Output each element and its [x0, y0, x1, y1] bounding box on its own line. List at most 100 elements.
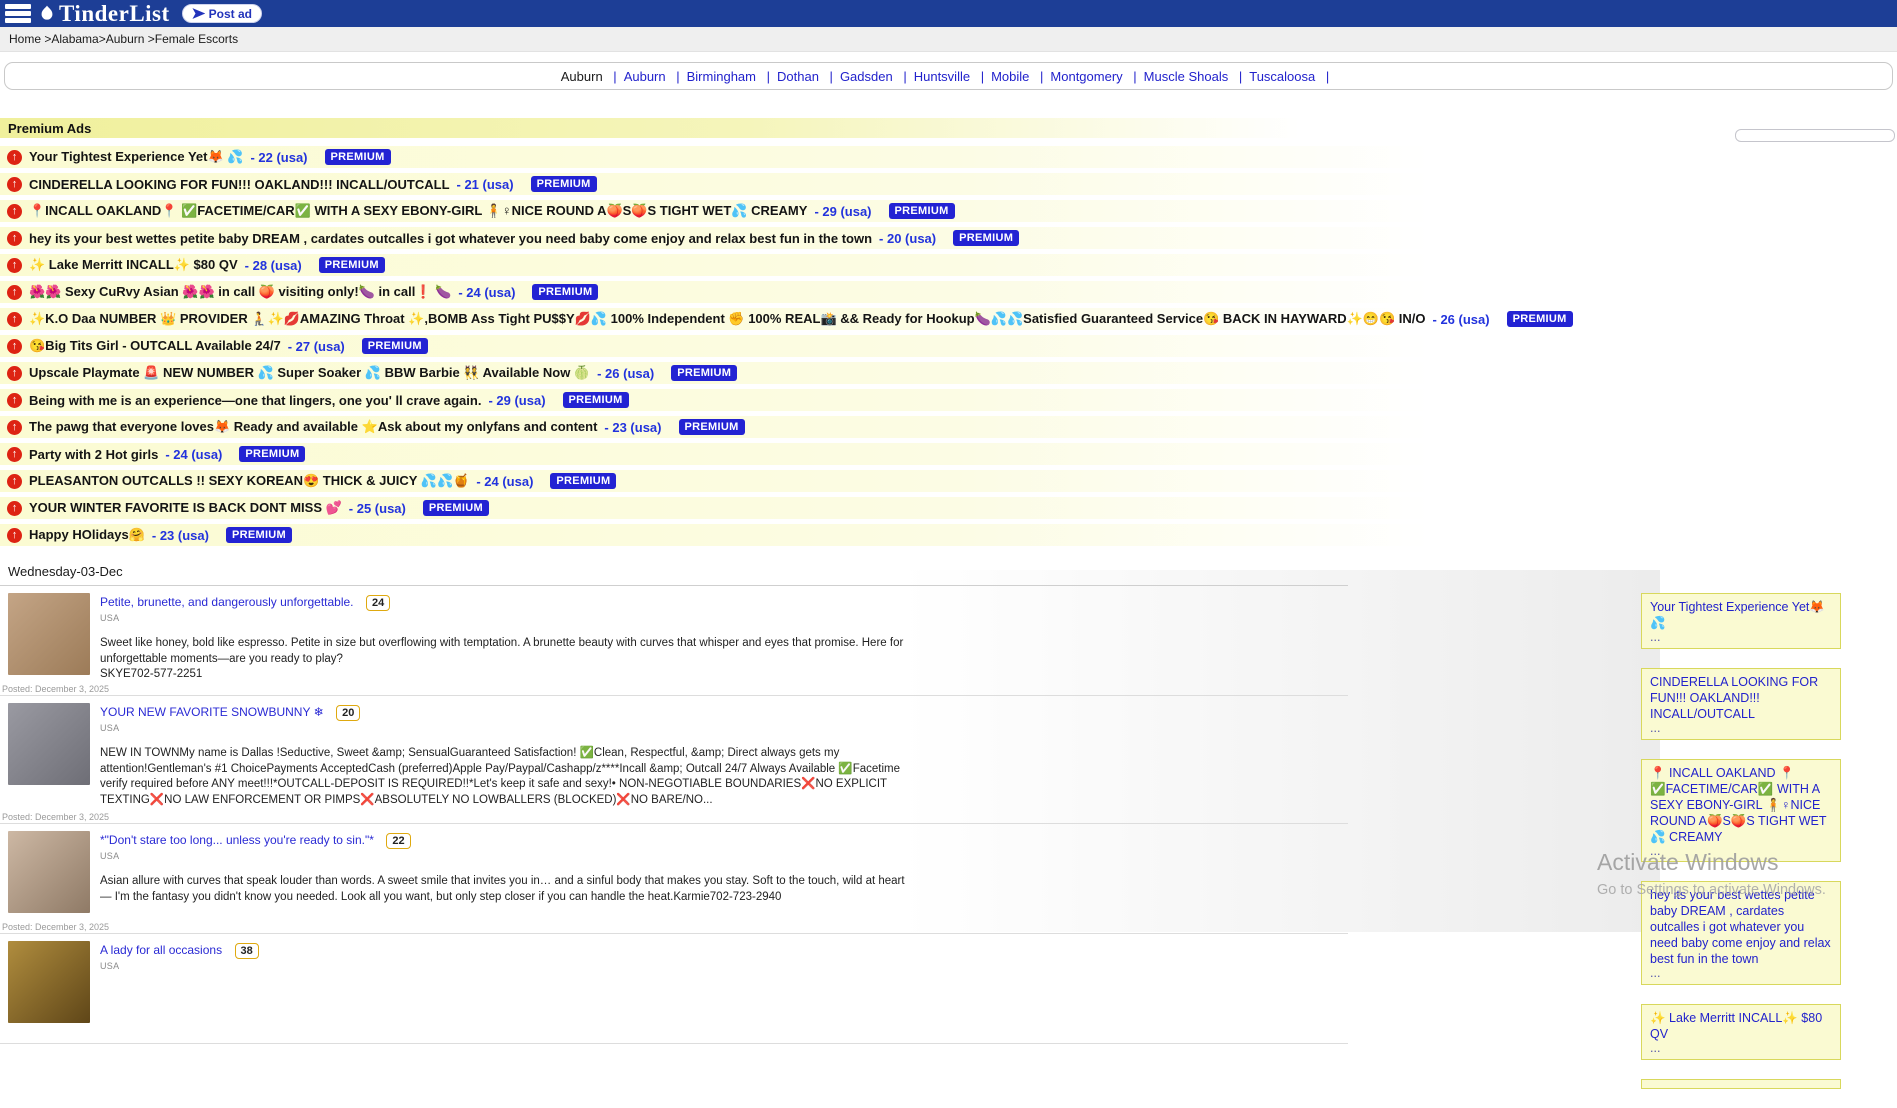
premium-ad-title[interactable]: Party with 2 Hot girls [29, 447, 158, 462]
listing-title-row: YOUR NEW FAVORITE SNOWBUNNY ❄ 20 [100, 703, 915, 721]
city-link[interactable]: Birmingham [687, 69, 756, 84]
premium-ad-title[interactable]: 📍INCALL OAKLAND📍 ✅FACETIME/CAR✅ WITH A S… [29, 203, 807, 219]
premium-ad-title[interactable]: CINDERELLA LOOKING FOR FUN!!! OAKLAND!!!… [29, 177, 450, 192]
sidebar-ad-card[interactable]: hey its your best wettes petite baby DRE… [1641, 881, 1841, 985]
premium-ad-row[interactable]: ↑ ✨ Lake Merritt INCALL✨ $80 QV - 28 (us… [0, 254, 1560, 276]
premium-ad-title[interactable]: 😘Big Tits Girl - OUTCALL Available 24/7 [29, 338, 281, 354]
premium-badge: PREMIUM [239, 446, 305, 462]
city-item: Auburn | [561, 69, 624, 84]
bump-up-icon: ↑ [7, 204, 22, 219]
premium-ad-row[interactable]: ↑ Happy HOlidays🤗 - 23 (usa) PREMIUM [0, 524, 1560, 546]
listing-title-link[interactable]: YOUR NEW FAVORITE SNOWBUNNY ❄ [100, 705, 324, 719]
sidebar-ad-card[interactable]: CINDERELLA LOOKING FOR FUN!!! OAKLAND!!!… [1641, 668, 1841, 740]
sidebar-ad-title[interactable]: CINDERELLA LOOKING FOR FUN!!! OAKLAND!!!… [1650, 674, 1832, 722]
listing-title-link[interactable]: *"Don't stare too long... unless you're … [100, 833, 374, 847]
bump-up-icon: ↑ [7, 339, 22, 354]
listing-thumbnail[interactable] [8, 703, 90, 785]
premium-ad-row[interactable]: ↑ The pawg that everyone loves🦊 Ready an… [0, 416, 1560, 438]
listing-thumbnail[interactable] [8, 593, 90, 675]
premium-badge: PREMIUM [550, 473, 616, 489]
city-item: Montgomery | [1050, 69, 1143, 84]
premium-ad-row[interactable]: ↑ ✨K.O Daa NUMBER 👑 PROVIDER 🧎✨💋AMAZING … [0, 308, 1560, 330]
city-link[interactable]: Muscle Shoals [1144, 69, 1229, 84]
premium-ad-age: - 24 (usa) [165, 447, 222, 462]
city-item: Birmingham | [687, 69, 777, 84]
city-separator: | [903, 69, 906, 84]
bump-up-icon: ↑ [7, 501, 22, 516]
premium-ad-row[interactable]: ↑ Upscale Playmate 🚨 NEW NUMBER 💦 Super … [0, 362, 1560, 384]
premium-badge: PREMIUM [889, 203, 955, 219]
premium-badge: PREMIUM [953, 230, 1019, 246]
premium-ad-row[interactable]: ↑ CINDERELLA LOOKING FOR FUN!!! OAKLAND!… [0, 173, 1560, 195]
city-nav: Auburn | Auburn | Birmingham | Dothan | … [4, 62, 1893, 90]
city-link[interactable]: Auburn [561, 69, 603, 84]
premium-ad-row[interactable]: ↑ hey its your best wettes petite baby D… [0, 227, 1560, 249]
premium-ad-title[interactable]: Happy HOlidays🤗 [29, 527, 145, 543]
sidebar-ad-title[interactable]: 📍 INCALL OAKLAND 📍 ✅FACETIME/CAR✅ WITH A… [1650, 765, 1832, 845]
site-logo[interactable]: TinderList [37, 2, 170, 25]
listing-location: USA [100, 851, 915, 861]
sidebar-ad-card[interactable]: ✨ Lake Merritt INCALL✨ $80 QV ... [1641, 1004, 1841, 1060]
age-badge: 22 [386, 833, 410, 849]
listing-title-link[interactable]: A lady for all occasions [100, 943, 222, 957]
sidebar-ad-title[interactable]: hey its your best wettes petite baby DRE… [1650, 887, 1832, 967]
premium-ad-title[interactable]: The pawg that everyone loves🦊 Ready and … [29, 419, 597, 435]
premium-ad-row[interactable]: ↑ Being with me is an experience—one tha… [0, 389, 1560, 411]
premium-ad-title[interactable]: Your Tightest Experience Yet🦊 💦 [29, 149, 243, 165]
premium-ads-list: ↑ Your Tightest Experience Yet🦊 💦 - 22 (… [0, 146, 1897, 546]
sidebar-ad-title[interactable]: Your Tightest Experience Yet🦊 💦 [1650, 599, 1832, 631]
premium-ad-row[interactable]: ↑ Your Tightest Experience Yet🦊 💦 - 22 (… [0, 146, 1560, 168]
city-separator: | [1133, 69, 1136, 84]
city-link[interactable]: Huntsville [914, 69, 970, 84]
city-link[interactable]: Auburn [624, 69, 666, 84]
premium-ad-title[interactable]: hey its your best wettes petite baby DRE… [29, 231, 872, 246]
premium-ad-row[interactable]: ↑ 🌺🌺 Sexy CuRvy Asian 🌺🌺 in call 🍑 visit… [0, 281, 1560, 303]
post-ad-button[interactable]: Post ad [182, 4, 262, 23]
sidebar-ad-card[interactable]: Your Tightest Experience Yet🦊 💦 ... [1641, 593, 1841, 649]
premium-ad-title[interactable]: ✨ Lake Merritt INCALL✨ $80 QV [29, 257, 238, 273]
premium-ad-title[interactable]: YOUR WINTER FAVORITE IS BACK DONT MISS 💕 [29, 500, 342, 516]
city-link[interactable]: Mobile [991, 69, 1029, 84]
listing-location: USA [100, 613, 915, 623]
sidebar-ad-ellipsis: ... [1650, 722, 1832, 736]
premium-badge: PREMIUM [531, 176, 597, 192]
listing-thumbnail[interactable] [8, 941, 90, 1023]
premium-ad-age: - 24 (usa) [458, 285, 515, 300]
sidebar-ad-card[interactable] [1641, 1079, 1841, 1089]
city-separator: | [981, 69, 984, 84]
listing-description: Asian allure with curves that speak loud… [100, 874, 915, 905]
sidebar-ad-title[interactable]: ✨ Lake Merritt INCALL✨ $80 QV [1650, 1010, 1832, 1042]
premium-ad-title[interactable]: 🌺🌺 Sexy CuRvy Asian 🌺🌺 in call 🍑 visitin… [29, 284, 451, 300]
premium-ad-row[interactable]: ↑ Party with 2 Hot girls - 24 (usa) PREM… [0, 443, 1560, 465]
city-link[interactable]: Dothan [777, 69, 819, 84]
premium-ad-age: - 27 (usa) [288, 339, 345, 354]
premium-ad-row[interactable]: ↑ PLEASANTON OUTCALLS !! SEXY KOREAN😍 TH… [0, 470, 1560, 492]
sidebar-ad-card[interactable]: 📍 INCALL OAKLAND 📍 ✅FACETIME/CAR✅ WITH A… [1641, 759, 1841, 863]
premium-ad-row[interactable]: ↑ 📍INCALL OAKLAND📍 ✅FACETIME/CAR✅ WITH A… [0, 200, 1560, 222]
premium-ad-title[interactable]: Being with me is an experience—one that … [29, 393, 481, 408]
age-badge: 20 [336, 705, 360, 721]
breadcrumb[interactable]: Home >Alabama>Auburn >Female Escorts [9, 32, 238, 46]
city-link[interactable]: Montgomery [1050, 69, 1122, 84]
premium-ad-age: - 21 (usa) [457, 177, 514, 192]
listing-title-link[interactable]: Petite, brunette, and dangerously unforg… [100, 595, 354, 609]
posted-date: Posted: December 3, 2025 [2, 812, 109, 822]
premium-ad-row[interactable]: ↑ 😘Big Tits Girl - OUTCALL Available 24/… [0, 335, 1560, 357]
bump-up-icon: ↑ [7, 393, 22, 408]
listing-thumbnail[interactable] [8, 831, 90, 913]
city-link[interactable]: Gadsden [840, 69, 893, 84]
premium-ad-title[interactable]: Upscale Playmate 🚨 NEW NUMBER 💦 Super So… [29, 365, 590, 381]
premium-ad-age: - 20 (usa) [879, 231, 936, 246]
listing-location: USA [100, 961, 915, 971]
city-link[interactable]: Tuscaloosa [1249, 69, 1315, 84]
city-separator: | [1239, 69, 1242, 84]
sidebar-ad-ellipsis: ... [1650, 845, 1832, 859]
premium-badge: PREMIUM [226, 527, 292, 543]
premium-ad-title[interactable]: ✨K.O Daa NUMBER 👑 PROVIDER 🧎✨💋AMAZING Th… [29, 311, 1426, 327]
horizontal-scrollbar[interactable] [1735, 129, 1895, 142]
bump-up-icon: ↑ [7, 528, 22, 543]
premium-ad-title[interactable]: PLEASANTON OUTCALLS !! SEXY KOREAN😍 THIC… [29, 473, 469, 489]
premium-ad-row[interactable]: ↑ YOUR WINTER FAVORITE IS BACK DONT MISS… [0, 497, 1560, 519]
menu-icon[interactable] [5, 4, 31, 23]
premium-badge: PREMIUM [1507, 311, 1573, 327]
